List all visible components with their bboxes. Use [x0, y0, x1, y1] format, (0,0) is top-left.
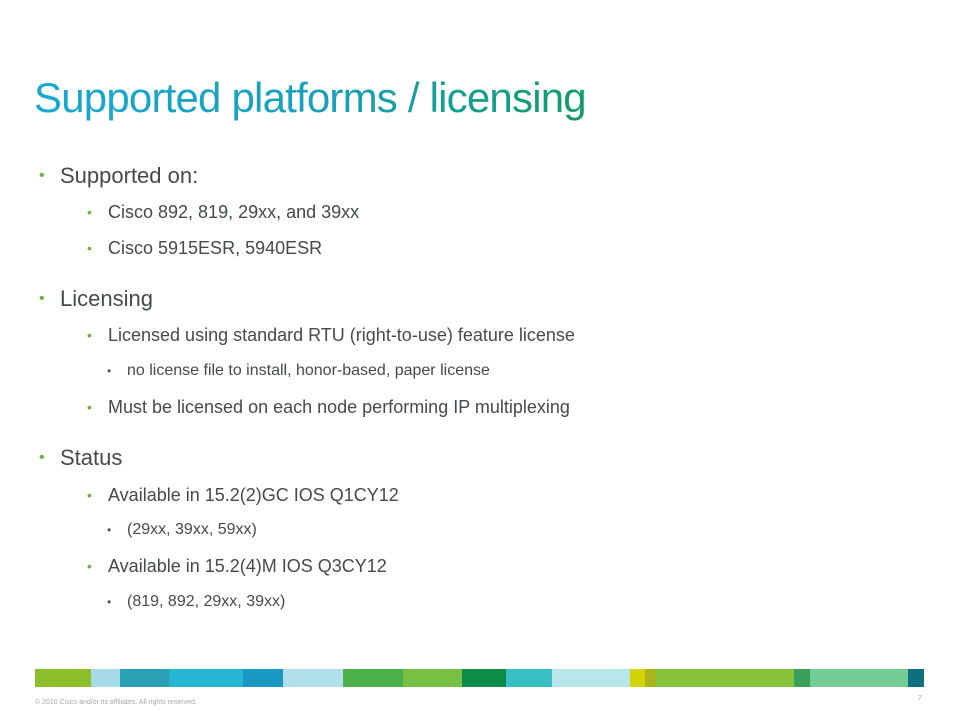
- bullet-dot-icon: •: [87, 558, 92, 574]
- bullet-text: Status: [60, 445, 123, 470]
- bullet-dot-icon: •: [87, 327, 92, 343]
- bullet-text: Cisco 5915ESR, 5940ESR: [108, 238, 323, 258]
- bullet-subsub: • no license file to install, honor-base…: [107, 362, 490, 380]
- bullet-text: (29xx, 39xx, 59xx): [127, 521, 257, 538]
- band-segment: [505, 669, 552, 687]
- bullet-sub: • Licensed using standard RTU (right-to-…: [87, 325, 575, 346]
- bullet-text: Cisco 892, 819, 29xx, and 39xx: [108, 202, 360, 222]
- bullet-dot-icon: •: [87, 204, 92, 220]
- bullet-list: • Supported on: • Cisco 892, 819, 29xx, …: [0, 0, 960, 660]
- bullet-dot-icon: •: [87, 487, 92, 503]
- band-segment: [120, 669, 169, 687]
- bullet-sub: • Must be licensed on each node performi…: [87, 397, 570, 418]
- band-segment: [630, 669, 645, 687]
- bullet-text: no license file to install, honor-based,…: [127, 362, 490, 379]
- band-segment: [810, 669, 908, 687]
- bullet-dot-icon: •: [87, 240, 92, 256]
- bullet-dot-icon: •: [107, 523, 112, 537]
- bullet-sub: • Available in 15.2(4)M IOS Q3CY12: [87, 556, 387, 577]
- band-segment: [343, 669, 404, 687]
- bullet-licensing: • Licensing: [39, 286, 153, 312]
- bullet-dot-icon: •: [107, 364, 112, 378]
- page-number: 7: [918, 695, 922, 702]
- band-segment: [282, 669, 344, 687]
- bullet-status: • Status: [39, 445, 123, 471]
- bullet-sub: • Available in 15.2(2)GC IOS Q1CY12: [87, 485, 399, 506]
- band-segment: [644, 669, 657, 687]
- band-segment: [907, 669, 924, 687]
- band-segment: [242, 669, 283, 687]
- bullet-text: Licensing: [60, 286, 153, 311]
- bullet-sub: • Cisco 5915ESR, 5940ESR: [87, 238, 323, 259]
- bullet-text: Licensed using standard RTU (right-to-us…: [108, 325, 575, 345]
- bullet-subsub: • (819, 892, 29xx, 39xx): [107, 593, 286, 611]
- bullet-dot-icon: •: [39, 290, 45, 307]
- bullet-text: Supported on:: [60, 163, 199, 188]
- band-segment: [656, 669, 794, 687]
- band-segment: [793, 669, 811, 687]
- bullet-text: (819, 892, 29xx, 39xx): [127, 593, 286, 610]
- band-segment: [91, 669, 121, 687]
- bullet-dot-icon: •: [107, 595, 112, 609]
- bullet-text: Must be licensed on each node performing…: [108, 397, 570, 417]
- bullet-supported-on: • Supported on:: [39, 163, 199, 189]
- copyright-notice: © 2010 Cisco and/or its affiliates. All …: [35, 699, 197, 706]
- slide: Supported platforms / licensing • Suppor…: [0, 0, 960, 720]
- bullet-subsub: • (29xx, 39xx, 59xx): [107, 521, 257, 539]
- band-segment: [551, 669, 631, 687]
- footer-color-band: [35, 669, 924, 687]
- bullet-dot-icon: •: [39, 167, 45, 184]
- band-segment: [403, 669, 462, 687]
- band-segment: [35, 669, 92, 687]
- band-segment: [168, 669, 243, 687]
- band-segment: [461, 669, 506, 687]
- bullet-dot-icon: •: [39, 449, 45, 466]
- bullet-dot-icon: •: [87, 399, 92, 415]
- bullet-text: Available in 15.2(4)M IOS Q3CY12: [108, 556, 387, 576]
- bullet-text: Available in 15.2(2)GC IOS Q1CY12: [108, 485, 399, 505]
- bullet-sub: • Cisco 892, 819, 29xx, and 39xx: [87, 202, 360, 223]
